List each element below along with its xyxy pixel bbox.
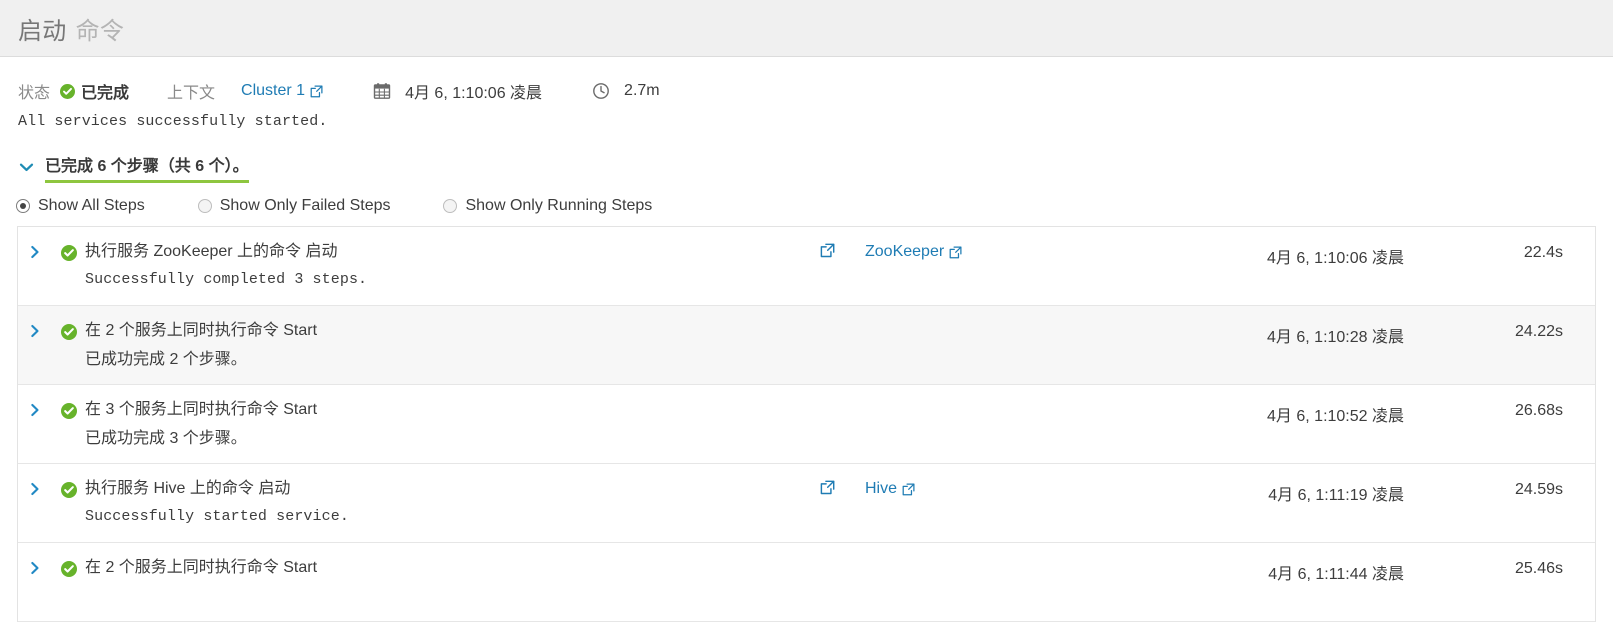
step-time: 4月 6, 1:10:52 凌晨 [1267, 408, 1404, 425]
step-links-cell [820, 558, 1150, 559]
step-title: 执行服务 ZooKeeper 上的命令 启动 [85, 243, 338, 260]
chevron-right-icon[interactable] [18, 400, 52, 418]
command-description: All services successfully started. [18, 113, 328, 130]
steps-summary-text[interactable]: 已完成 6 个步骤（共 6 个）。 [45, 152, 249, 183]
filter-show-only-running-steps-label: Show Only Running Steps [465, 197, 653, 214]
step-links-cell: ZooKeeper [820, 242, 1150, 261]
check-circle-icon [60, 403, 77, 419]
step-service-link[interactable]: Hive [865, 480, 915, 498]
step-duration: 22.4s [1523, 244, 1563, 261]
radio-button-icon[interactable] [443, 199, 458, 213]
external-link-icon [902, 482, 915, 496]
filter-show-only-failed-steps[interactable]: Show Only Failed Steps [197, 197, 391, 215]
step-status-cell [52, 479, 85, 498]
step-subtitle: 已成功完成 3 个步骤。 [85, 430, 247, 447]
radio-button-icon[interactable] [16, 199, 30, 213]
step-duration: 25.46s [1514, 560, 1563, 577]
step-service-link[interactable]: ZooKeeper [865, 243, 962, 261]
external-link-icon [310, 84, 323, 98]
check-circle-icon [60, 561, 77, 577]
check-circle-icon [60, 482, 77, 498]
step-title: 在 3 个服务上同时执行命令 Start [85, 401, 318, 418]
table-row[interactable]: 在 2 个服务上同时执行命令 Start 4月 6, 1:11:44 凌晨 25… [18, 543, 1595, 622]
table-row[interactable]: 执行服务 ZooKeeper 上的命令 启动 Successfully comp… [18, 227, 1595, 306]
step-status-cell [52, 242, 85, 261]
step-title: 执行服务 Hive 上的命令 启动 [85, 480, 291, 497]
command-duration: 2.7m [624, 82, 660, 99]
chevron-right-icon[interactable] [18, 242, 52, 260]
check-circle-icon [60, 83, 76, 99]
step-service-link-label: Hive [865, 480, 898, 497]
step-duration: 24.22s [1514, 323, 1563, 340]
chevron-down-icon[interactable] [18, 159, 35, 176]
command-start-time: 4月 6, 1:10:06 凌晨 [405, 85, 543, 102]
check-circle-icon [60, 245, 77, 261]
external-link-icon [949, 245, 962, 259]
step-info-cell: 在 2 个服务上同时执行命令 Start 已成功完成 2 个步骤。 [85, 321, 820, 369]
chevron-right-icon[interactable] [18, 479, 52, 497]
step-subtitle: Successfully completed 3 steps. [85, 271, 368, 288]
page-title: 启动 [18, 17, 67, 45]
external-link-icon[interactable] [820, 480, 835, 495]
step-title: 在 2 个服务上同时执行命令 Start [85, 322, 318, 339]
context-cluster-link[interactable]: Cluster 1 [241, 82, 323, 100]
table-row[interactable]: 在 3 个服务上同时执行命令 Start 已成功完成 3 个步骤。 4月 6, … [18, 385, 1595, 464]
step-info-cell: 执行服务 Hive 上的命令 启动 Successfully started s… [85, 479, 820, 526]
filter-show-all-steps-label: Show All Steps [38, 197, 145, 214]
filter-show-all-steps[interactable]: Show All Steps [16, 197, 145, 215]
step-links-cell [820, 400, 1150, 401]
step-status-cell [52, 558, 85, 577]
check-circle-icon [60, 324, 77, 340]
clock-icon [592, 82, 610, 100]
step-info-cell: 在 2 个服务上同时执行命令 Start [85, 558, 820, 578]
step-links-cell: Hive [820, 479, 1150, 498]
window-title-bar: 启动 命令 [0, 0, 1613, 57]
step-status-cell [52, 321, 85, 340]
step-filter-radio-group: Show All Steps Show Only Failed Steps Sh… [0, 183, 1613, 215]
step-time: 4月 6, 1:10:06 凌晨 [1267, 250, 1404, 267]
step-time: 4月 6, 1:11:19 凌晨 [1268, 487, 1404, 504]
calendar-icon [373, 82, 391, 100]
command-meta-bar: 状态 已完成 上下文 Cluster 1 4月 6, 1:10:06 凌晨 2.… [0, 57, 1613, 103]
context-cluster-link-label: Cluster 1 [241, 82, 306, 99]
step-duration: 26.68s [1514, 402, 1563, 419]
filter-show-only-running-steps[interactable]: Show Only Running Steps [443, 197, 652, 215]
status-label: 状态 [18, 85, 51, 102]
step-info-cell: 执行服务 ZooKeeper 上的命令 启动 Successfully comp… [85, 242, 820, 289]
step-status-cell [52, 400, 85, 419]
steps-summary-bar: 已完成 6 个步骤（共 6 个）。 [0, 130, 1613, 183]
step-info-cell: 在 3 个服务上同时执行命令 Start 已成功完成 3 个步骤。 [85, 400, 820, 448]
step-time: 4月 6, 1:11:44 凌晨 [1268, 566, 1404, 583]
status-badge: 已完成 [60, 79, 129, 103]
table-row[interactable]: 执行服务 Hive 上的命令 启动 Successfully started s… [18, 464, 1595, 543]
step-subtitle: Successfully started service. [85, 508, 349, 525]
step-time: 4月 6, 1:10:28 凌晨 [1267, 329, 1404, 346]
context-label: 上下文 [167, 85, 216, 102]
chevron-right-icon[interactable] [18, 558, 52, 576]
step-links-cell [820, 321, 1150, 322]
status-value: 已完成 [81, 85, 130, 102]
page-subtitle: 命令 [75, 17, 125, 45]
step-duration: 24.59s [1514, 481, 1563, 498]
table-row[interactable]: 在 2 个服务上同时执行命令 Start 已成功完成 2 个步骤。 4月 6, … [18, 306, 1595, 385]
step-service-link-label: ZooKeeper [865, 243, 945, 260]
step-title: 在 2 个服务上同时执行命令 Start [85, 559, 318, 576]
external-link-icon[interactable] [820, 243, 835, 258]
step-subtitle: 已成功完成 2 个步骤。 [85, 351, 247, 368]
steps-table: 执行服务 ZooKeeper 上的命令 启动 Successfully comp… [17, 226, 1596, 622]
radio-button-icon[interactable] [197, 199, 212, 213]
filter-show-only-failed-steps-label: Show Only Failed Steps [219, 197, 391, 214]
chevron-right-icon[interactable] [18, 321, 52, 339]
